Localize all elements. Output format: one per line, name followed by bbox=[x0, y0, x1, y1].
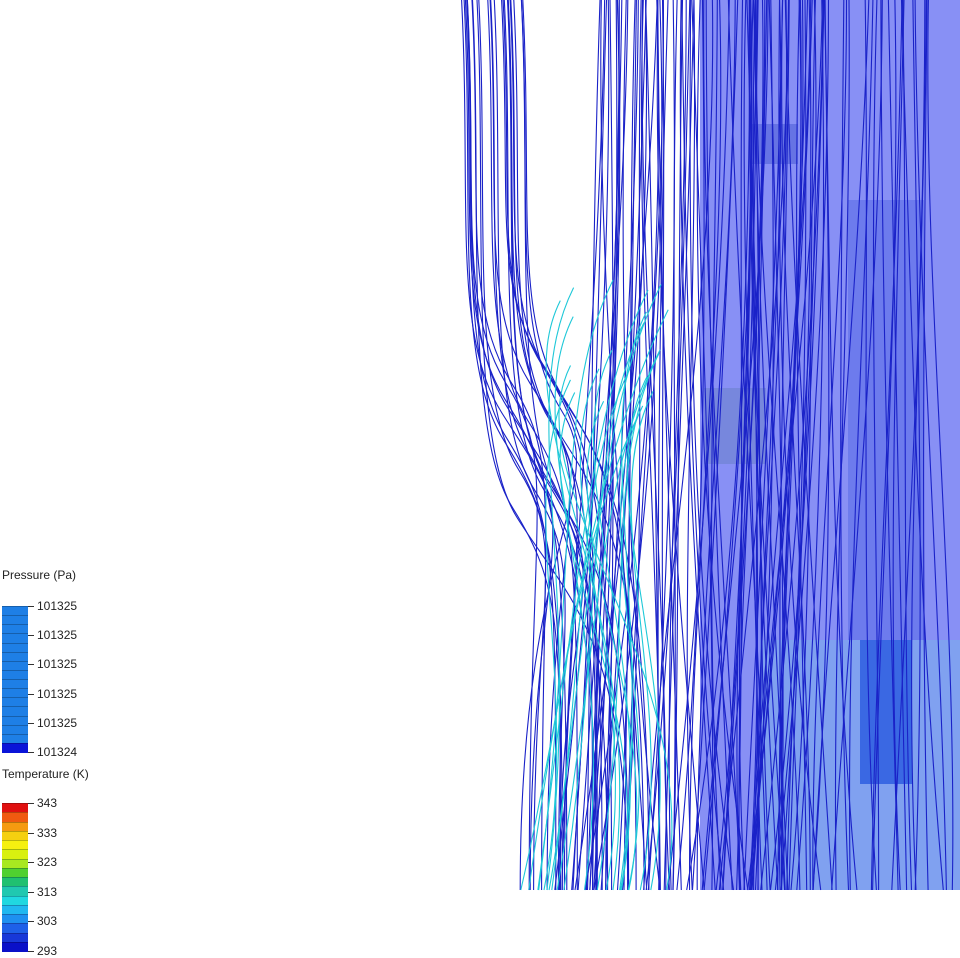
temperature-tick-label: 323 bbox=[37, 855, 58, 870]
temperature-tick-label: 343 bbox=[37, 796, 58, 810]
pressure-tick-label: 101325 bbox=[37, 686, 78, 701]
streamline bbox=[466, 0, 609, 891]
pressure-tick bbox=[28, 722, 34, 724]
temperature-tick-label: 313 bbox=[37, 884, 58, 899]
pressure-colorbar-segment bbox=[2, 742, 28, 753]
temperature-tick bbox=[28, 803, 34, 804]
streamline bbox=[520, 416, 639, 891]
pressure-tick bbox=[28, 664, 34, 666]
pressure-tick bbox=[28, 606, 34, 607]
pressure-tick-label: 101325 bbox=[37, 628, 78, 643]
streamline bbox=[619, 311, 647, 891]
temperature-tick bbox=[28, 832, 34, 834]
pressure-tick bbox=[28, 693, 34, 695]
pressure-tick-label: 101324 bbox=[37, 745, 78, 759]
pressure-tick bbox=[28, 752, 34, 753]
pressure-tick-label: 101325 bbox=[37, 657, 78, 672]
pressure-tick-label: 101325 bbox=[37, 715, 78, 730]
temperature-tick bbox=[28, 951, 34, 952]
temperature-tick bbox=[28, 891, 34, 893]
temperature-colorbar-segment bbox=[2, 941, 28, 952]
temperature-colorbar bbox=[2, 803, 28, 952]
pressure-legend-title: Pressure (Pa) bbox=[2, 568, 77, 582]
temperature-tick-label: 333 bbox=[37, 825, 58, 840]
pressure-tick-label: 101325 bbox=[37, 599, 78, 613]
temperature-tick bbox=[28, 921, 34, 923]
pressure-colorbar bbox=[2, 606, 28, 753]
streamline bbox=[478, 0, 547, 891]
flow-visualization bbox=[461, 0, 960, 891]
temperature-tick bbox=[28, 862, 34, 864]
temperature-tick-label: 293 bbox=[37, 944, 58, 958]
temperature-tick-label: 303 bbox=[37, 914, 58, 929]
streamline bbox=[471, 0, 547, 891]
pressure-tick bbox=[28, 635, 34, 637]
temperature-legend-title: Temperature (K) bbox=[2, 767, 89, 781]
